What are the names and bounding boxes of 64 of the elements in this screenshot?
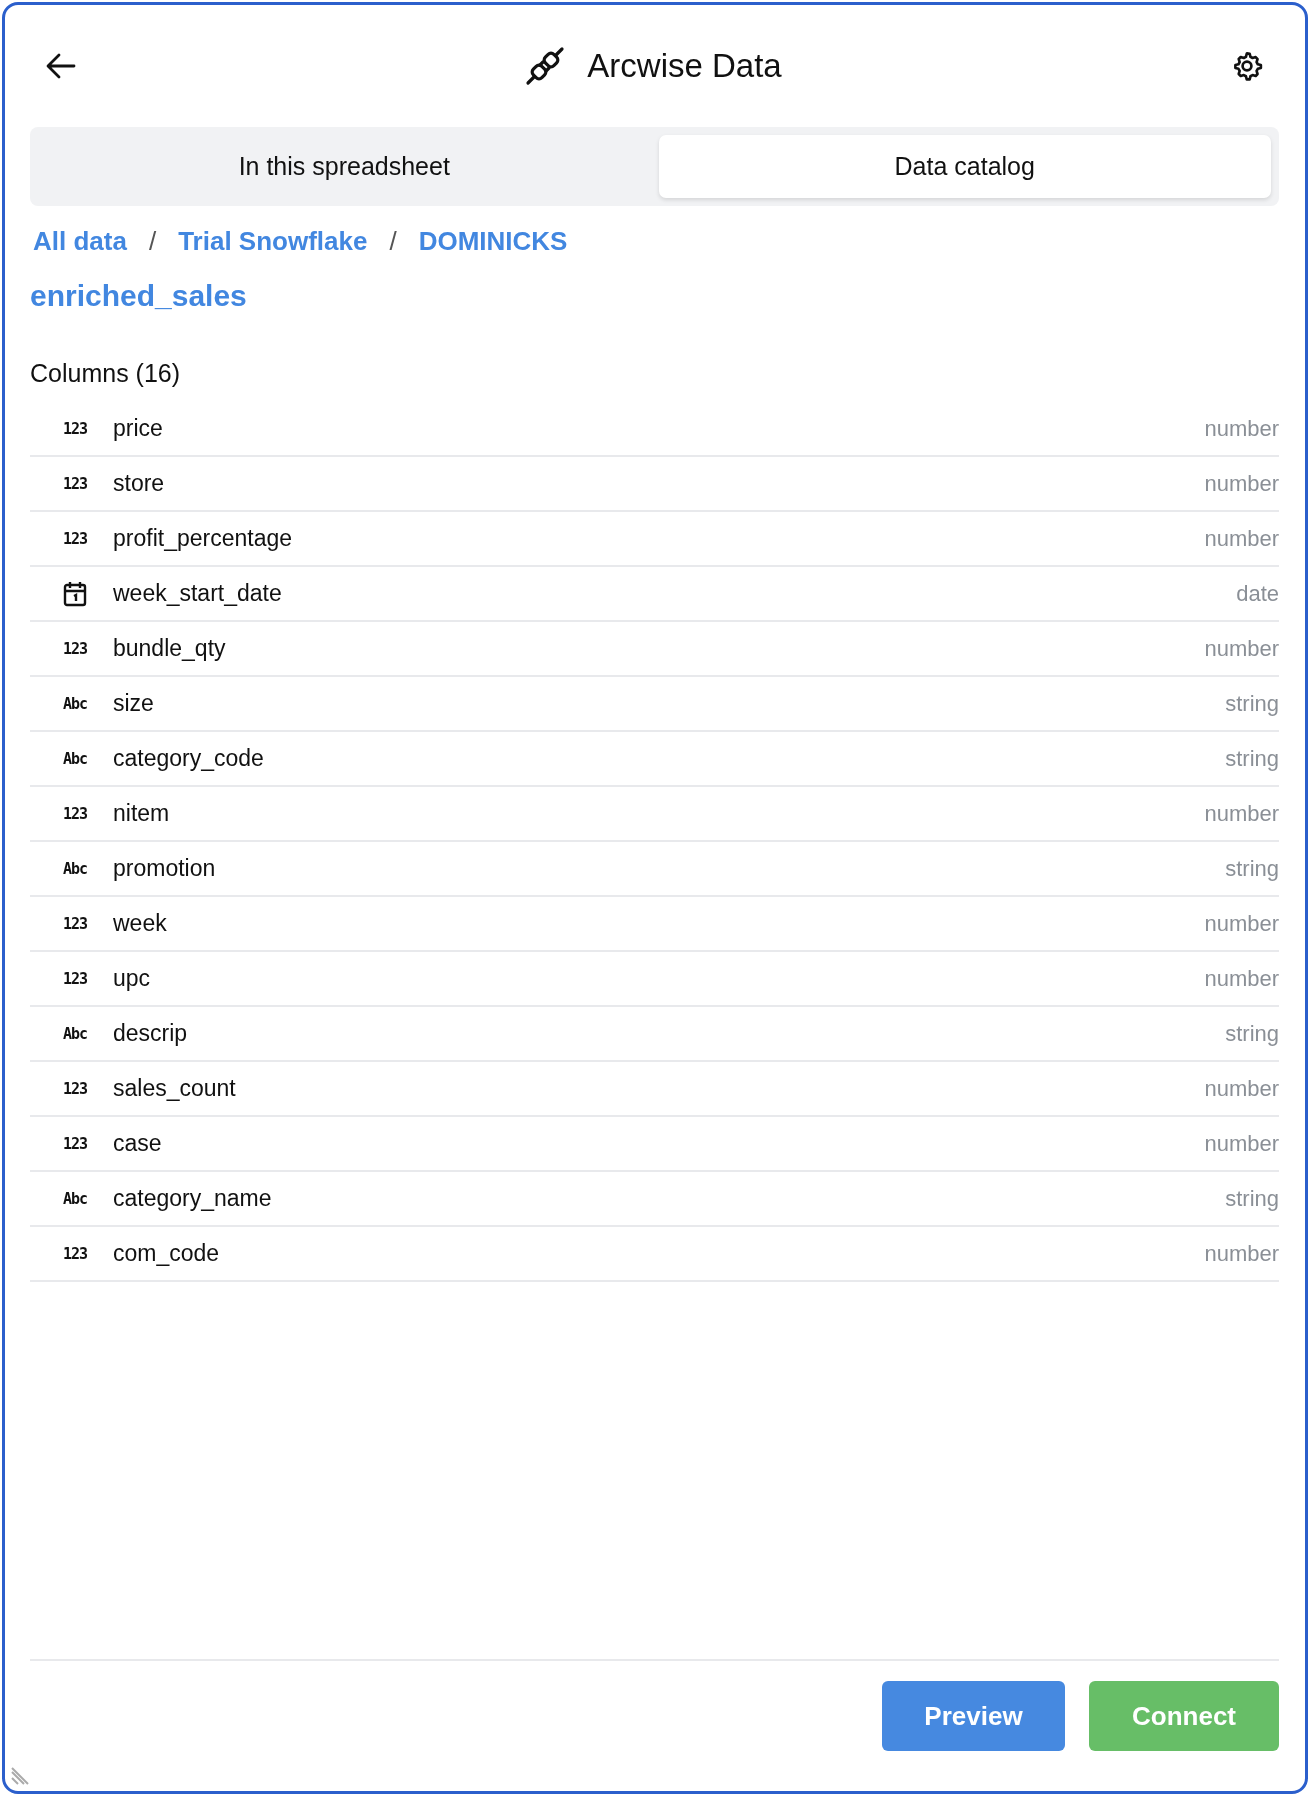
column-type: number (1204, 800, 1279, 827)
tab[interactable]: Data catalog (658, 135, 1271, 198)
column-name: descrip (113, 1020, 189, 1047)
column-name: com_code (113, 1240, 221, 1267)
column-type: number (1204, 415, 1279, 442)
column-name: category_code (113, 745, 265, 772)
settings-icon (1231, 50, 1263, 82)
plug-icon (525, 46, 566, 86)
type-glyph-icon: Abc (63, 1189, 93, 1208)
type-glyph-icon: 123 (63, 419, 93, 438)
type-glyph-icon: 123 (63, 529, 93, 548)
breadcrumb-separator: / (389, 226, 397, 257)
column-type: number (1204, 1130, 1279, 1157)
type-glyph-icon: 123 (63, 969, 93, 988)
column-type: number (1204, 1240, 1279, 1267)
columns-heading: Columns (16) (30, 359, 181, 388)
column-name: sales_count (113, 1075, 237, 1102)
type-glyph-icon: Abc (63, 749, 93, 768)
type-glyph-icon: 123 (63, 1244, 93, 1263)
column-type: number (1204, 470, 1279, 497)
column-name: profit_percentage (113, 525, 293, 552)
type-glyph-icon: Abc (63, 1024, 93, 1043)
column-name: category_name (113, 1185, 273, 1212)
table-name-link[interactable]: enriched_sales (30, 279, 247, 313)
column-name: promotion (113, 855, 217, 882)
column-type: date (1236, 580, 1279, 607)
column-type: number (1204, 1075, 1279, 1102)
type-glyph-icon: 123 (63, 1134, 93, 1153)
column-name: upc (113, 965, 152, 992)
connect-button[interactable]: Connect (1089, 1681, 1279, 1751)
column-type: number (1204, 635, 1279, 662)
column-name: size (113, 690, 155, 717)
window-title: Arcwise Data (587, 47, 782, 85)
column-type: string (1225, 855, 1279, 882)
breadcrumb-link[interactable]: Trial Snowflake (178, 226, 368, 257)
column-name: price (113, 415, 164, 442)
type-glyph-icon: 123 (63, 639, 93, 658)
column-type: number (1204, 965, 1279, 992)
column-name: week (113, 910, 168, 937)
breadcrumb-separator: / (148, 226, 157, 257)
column-name: store (113, 470, 166, 497)
type-glyph-icon: Abc (63, 694, 93, 713)
type-glyph-icon: Abc (63, 859, 93, 878)
type-glyph-icon: 123 (63, 914, 93, 933)
resize-grip-icon (11, 1767, 29, 1785)
tab[interactable]: In this spreadsheet (38, 135, 651, 198)
column-type: string (1225, 1020, 1279, 1047)
column-type: number (1204, 910, 1279, 937)
column-type: number (1204, 525, 1279, 552)
column-type: string (1225, 690, 1279, 717)
back-arrow-icon (46, 53, 76, 79)
column-type: string (1225, 745, 1279, 772)
type-glyph-icon: 123 (63, 1079, 93, 1098)
type-glyph-icon: 123 (63, 804, 93, 823)
preview-button[interactable]: Preview (882, 1681, 1065, 1751)
breadcrumb-link[interactable]: DOMINICKS (418, 226, 568, 257)
column-name: bundle_qty (113, 635, 227, 662)
column-type: string (1225, 1185, 1279, 1212)
column-name: nitem (113, 800, 171, 827)
column-name: case (113, 1130, 163, 1157)
calendar-icon (63, 580, 87, 607)
column-name: week_start_date (113, 580, 283, 607)
type-glyph-icon: 123 (63, 474, 93, 493)
breadcrumb-link[interactable]: All data (33, 226, 127, 257)
